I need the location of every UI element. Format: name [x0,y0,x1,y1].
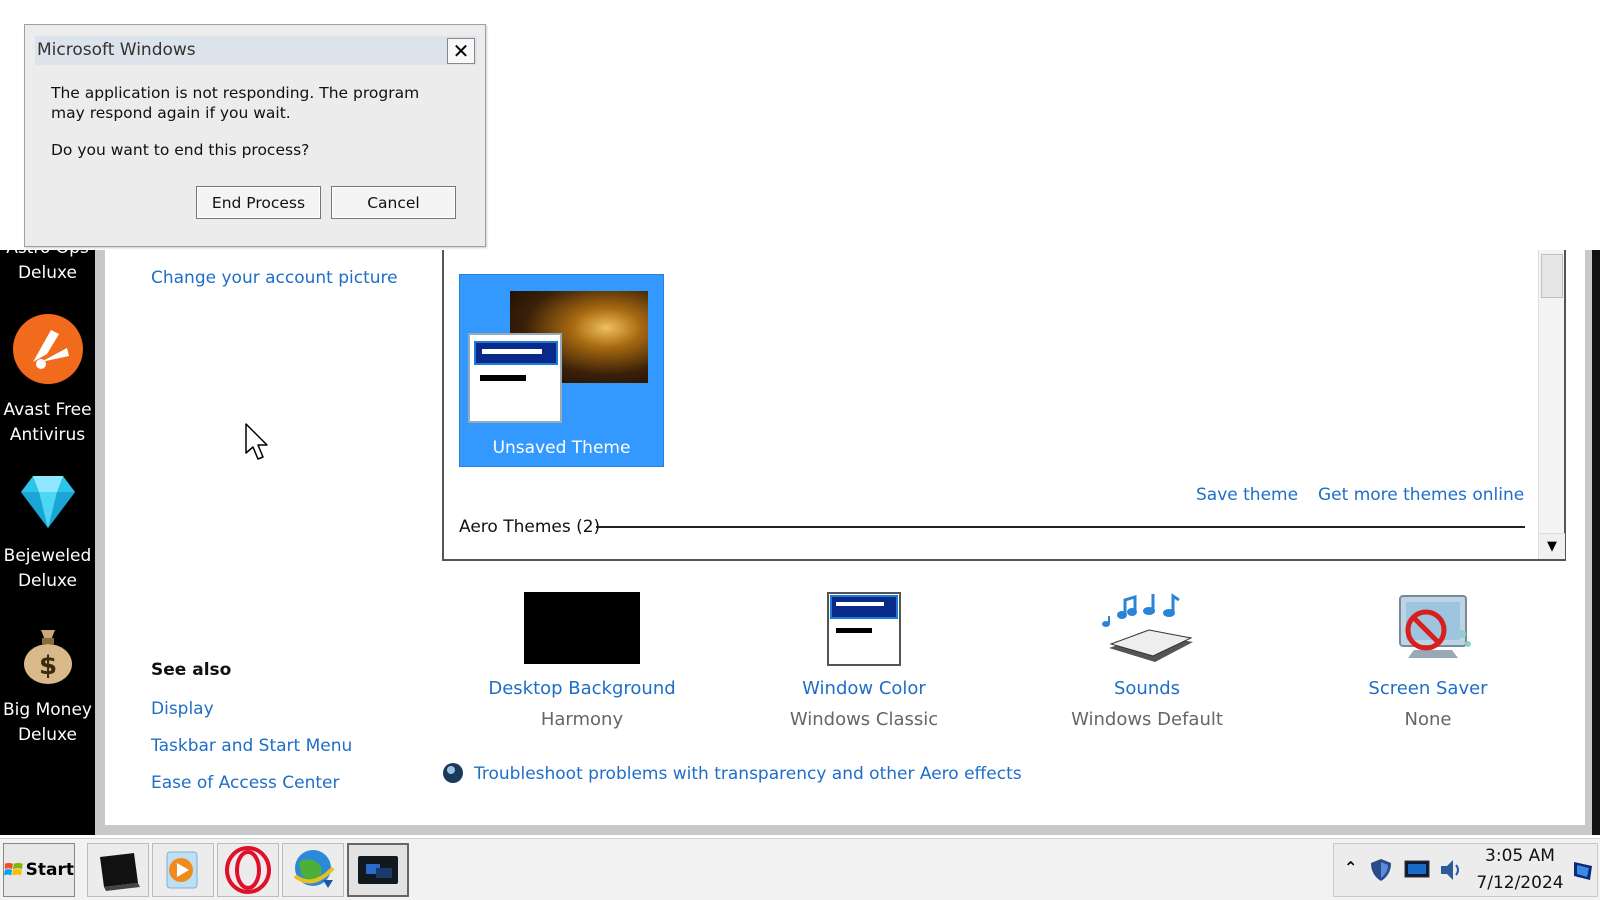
window-color-item[interactable]: Window Color Windows Classic [744,592,984,730]
desktop-background-item[interactable]: Desktop Background Harmony [462,592,702,730]
dialog-titlebar[interactable]: Microsoft Windows ✕ [35,36,477,65]
desktop-icon-label: Deluxe [17,263,78,283]
window-color-icon [806,592,922,666]
volume-icon[interactable] [1438,857,1464,887]
taskbar-app-terminal[interactable] [87,843,149,897]
taskbar-app-media-player[interactable] [152,843,214,897]
clock-time[interactable]: 3:05 AM [1465,846,1575,866]
action-center-flag-icon[interactable] [1572,860,1594,886]
start-button[interactable]: Start [3,843,75,897]
scroll-down-arrow-icon[interactable]: ▼ [1539,533,1565,559]
screen-saver-icon [1370,592,1486,666]
desktop-icon-label: Deluxe [17,571,78,591]
window-right-edge [1592,250,1600,835]
personalization-app-icon [358,856,398,884]
show-hidden-icons-chevron-icon[interactable]: ⌃ [1344,858,1357,877]
black-box-app-icon [100,853,140,891]
start-label: Start [25,860,74,880]
see-also-taskbar-link[interactable]: Taskbar and Start Menu [151,736,352,756]
sounds-icon [1089,592,1205,666]
desktop-icon-bejeweled[interactable]: Bejeweled Deluxe [0,470,95,594]
money-bag-icon: $ [0,624,95,694]
screen-saver-item[interactable]: Screen Saver None [1308,592,1548,730]
close-icon[interactable]: ✕ [447,38,475,64]
taskbar-app-ie-download[interactable] [282,843,344,897]
screen-saver-link[interactable]: Screen Saver [1308,678,1548,699]
avast-icon [0,312,95,394]
media-player-icon [166,851,198,889]
desktop-icons-strip: Astro Ops Deluxe Avast Free Antivirus Be… [0,250,95,835]
sounds-link[interactable]: Sounds [1027,678,1267,699]
taskbar-app-opera[interactable] [217,843,279,897]
see-also-ease-of-access-link[interactable]: Ease of Access Center [151,773,340,793]
change-account-picture-link[interactable]: Change your account picture [151,268,398,288]
dialog-question: Do you want to end this process? [51,141,310,159]
svg-text:$: $ [38,651,56,681]
cancel-button[interactable]: Cancel [331,186,456,219]
globe-download-icon [293,850,335,888]
opera-icon [225,846,271,894]
sounds-item[interactable]: Sounds Windows Default [1027,592,1267,730]
desktop-icon-astro-ops[interactable]: Astro Ops Deluxe [0,250,95,286]
mouse-cursor-icon [245,423,271,467]
sounds-value: Windows Default [1071,709,1223,730]
windows-logo-icon [4,862,23,876]
theme-window-preview [468,333,562,423]
desktop-icon-label: Avast Free [3,400,92,420]
desktop-icon-avast[interactable]: Avast Free Antivirus [0,312,95,448]
taskbar: Start ⌃ 3:05 AM 7/12/2024 [0,838,1600,900]
window-color-link[interactable]: Window Color [744,678,984,699]
scrollbar-thumb[interactable] [1541,254,1563,298]
desktop-icon-label: Deluxe [17,725,78,745]
desktop-background-icon [524,592,640,666]
end-process-button[interactable]: End Process [196,186,321,219]
troubleshoot-aero-link[interactable]: Troubleshoot problems with transparency … [474,764,1022,784]
get-more-themes-link[interactable]: Get more themes online [1318,485,1524,505]
desktop-icon-label: Antivirus [9,425,86,445]
save-theme-link[interactable]: Save theme [1196,485,1298,505]
diamond-icon [0,470,95,540]
theme-tile-label: Unsaved Theme [492,438,631,458]
screen-saver-value: None [1404,709,1452,730]
dialog-title: Microsoft Windows [37,40,196,60]
desktop-icon-label: Astro Ops [0,250,95,261]
aero-themes-group-label: Aero Themes (2) [459,517,601,537]
dialog-message: The application is not responding. The p… [51,84,420,122]
shield-icon[interactable] [1370,858,1392,886]
network-monitor-icon[interactable] [1404,860,1430,884]
desktop-icon-label: Bejeweled [3,546,92,566]
not-responding-dialog: Microsoft Windows ✕ The application is n… [24,24,486,247]
taskbar-app-personalization[interactable] [347,843,409,897]
themes-scrollbar[interactable]: ▼ [1538,250,1565,559]
desktop-icon-label: Big Money [3,700,92,720]
clock-date[interactable]: 7/12/2024 [1465,873,1575,893]
desktop-background-value: Harmony [540,709,624,730]
see-also-heading: See also [151,660,232,680]
group-divider [596,526,1525,528]
window-color-value: Windows Classic [789,709,939,730]
desktop-background-link[interactable]: Desktop Background [462,678,702,699]
desktop-icon-big-money[interactable]: $ Big Money Deluxe [0,624,95,748]
theme-tile-unsaved[interactable]: Unsaved Theme [459,274,664,467]
see-also-display-link[interactable]: Display [151,699,214,719]
aero-troubleshoot-icon [442,762,464,788]
